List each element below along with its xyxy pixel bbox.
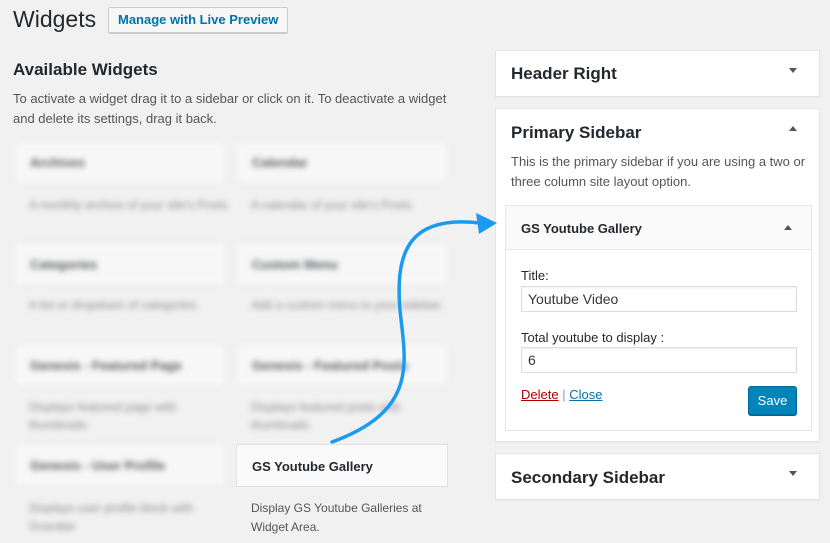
widget-archives-desc: A monthly archive of your site's Posts. xyxy=(29,198,231,212)
widget-featured-posts-desc: Displays featured posts with thumbnails xyxy=(251,400,401,432)
title-field-label: Title: xyxy=(521,268,549,283)
widget-calendar-desc: A calendar of your site's Posts. xyxy=(251,198,415,212)
widget-categories[interactable]: Categories xyxy=(14,243,226,285)
widget-form-links: Delete | Close xyxy=(521,387,602,402)
widget-custom-menu[interactable]: Custom Menu xyxy=(236,243,448,285)
gs-youtube-gallery-widget-form: GS Youtube Gallery Title: Total youtube … xyxy=(505,205,812,431)
widget-calendar[interactable]: Calendar xyxy=(236,141,448,183)
chevron-up-icon[interactable] xyxy=(784,225,792,230)
sidebar-header-right[interactable]: Header Right xyxy=(495,50,820,97)
chevron-down-icon[interactable] xyxy=(789,471,797,476)
widget-featured-page-desc: Displays featured page with thumbnails xyxy=(29,400,177,432)
sidebar-secondary[interactable]: Secondary Sidebar xyxy=(495,453,820,500)
widget-user-profile-desc: Displays user profile block with Gravata… xyxy=(29,501,194,533)
widget-archives[interactable]: Archives xyxy=(14,141,226,183)
page-title: Widgets xyxy=(13,6,97,32)
widget-gs-youtube-gallery-desc: Display GS Youtube Galleries at Widget A… xyxy=(251,501,422,534)
sidebar-secondary-title: Secondary Sidebar xyxy=(511,468,666,487)
widget-gs-youtube-gallery[interactable]: GS Youtube Gallery xyxy=(236,444,448,487)
widget-form-header[interactable]: GS Youtube Gallery xyxy=(506,206,811,250)
close-link[interactable]: Close xyxy=(569,387,602,402)
count-field-label: Total youtube to display : xyxy=(521,330,665,345)
widget-user-profile[interactable]: Genesis - User Profile xyxy=(14,444,226,486)
widget-featured-page[interactable]: Genesis - Featured Page xyxy=(14,344,226,386)
manage-live-preview-button[interactable]: Manage with Live Preview xyxy=(108,7,289,33)
widget-featured-posts[interactable]: Genesis - Featured Posts xyxy=(236,344,448,386)
delete-link[interactable]: Delete xyxy=(521,387,559,402)
count-input[interactable] xyxy=(521,347,797,373)
available-widgets-heading: Available Widgets xyxy=(13,60,158,79)
sidebar-primary-title: Primary Sidebar xyxy=(511,123,642,142)
widget-categories-desc: A list or dropdown of categories. xyxy=(29,298,200,312)
link-separator: | xyxy=(562,387,566,402)
available-widgets-description: To activate a widget drag it to a sideba… xyxy=(13,91,447,126)
chevron-up-icon[interactable] xyxy=(789,126,797,131)
sidebar-primary-description: This is the primary sidebar if you are u… xyxy=(511,154,806,189)
save-button[interactable]: Save xyxy=(748,386,797,415)
widget-form-title: GS Youtube Gallery xyxy=(521,221,642,236)
sidebar-header-right-title: Header Right xyxy=(511,64,617,83)
sidebar-primary[interactable]: Primary Sidebar This is the primary side… xyxy=(495,108,820,442)
chevron-down-icon[interactable] xyxy=(789,68,797,73)
title-input[interactable] xyxy=(521,286,797,312)
widget-custom-menu-desc: Add a custom menu to your sidebar. xyxy=(251,298,444,312)
